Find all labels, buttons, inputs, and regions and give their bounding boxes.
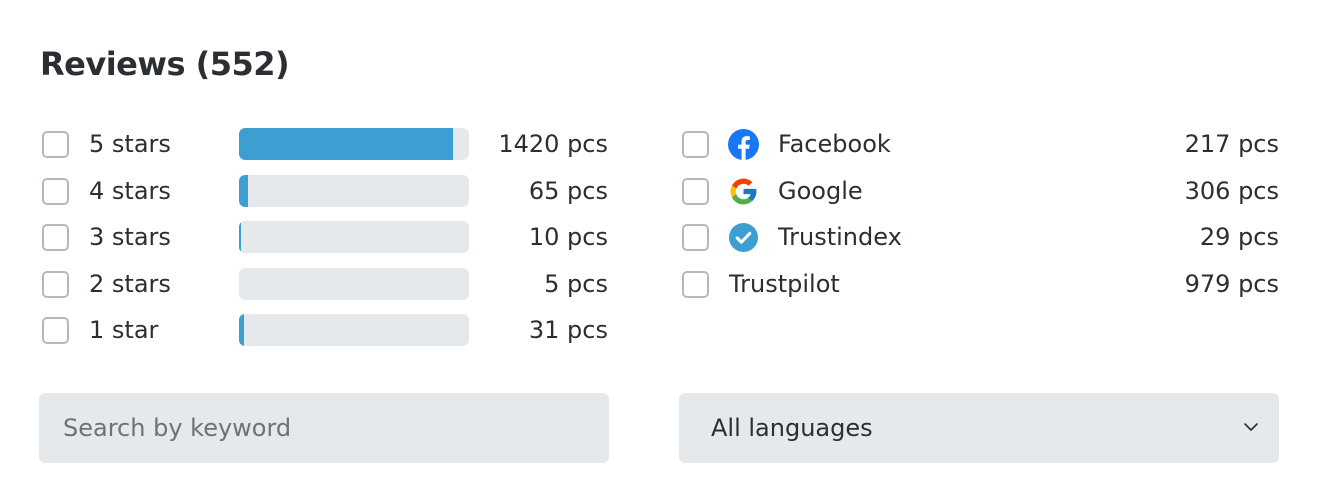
- rating-filter-1[interactable]: 1 star 31 pcs: [42, 314, 612, 346]
- source-filter-trustindex[interactable]: Trustindex 29 pcs: [682, 221, 1279, 253]
- rating-bar: [239, 175, 469, 207]
- rating-label: 3 stars: [89, 223, 171, 251]
- checkbox[interactable]: [682, 271, 709, 298]
- checkbox[interactable]: [682, 224, 709, 251]
- rating-filter-2[interactable]: 2 stars 5 pcs: [42, 268, 612, 300]
- language-select-value: All languages: [711, 414, 873, 442]
- rating-bar: [239, 314, 469, 346]
- checkbox[interactable]: [42, 131, 69, 158]
- rating-label: 5 stars: [89, 130, 171, 158]
- source-filter-google[interactable]: Google 306 pcs: [682, 175, 1279, 207]
- checkbox[interactable]: [682, 131, 709, 158]
- facebook-icon: [728, 129, 759, 160]
- rating-bar-fill: [239, 128, 453, 160]
- rating-count: 10 pcs: [528, 223, 608, 251]
- rating-bar-fill: [239, 175, 249, 207]
- rating-bar: [239, 221, 469, 253]
- rating-count: 31 pcs: [528, 316, 608, 344]
- rating-filter-3[interactable]: 3 stars 10 pcs: [42, 221, 612, 253]
- source-label: Google: [778, 177, 863, 205]
- checkbox[interactable]: [42, 224, 69, 251]
- google-icon: [728, 176, 759, 207]
- rating-filter-5[interactable]: 5 stars 1420 pcs: [42, 128, 612, 160]
- source-label: Trustindex: [778, 223, 902, 251]
- source-filter-facebook[interactable]: Facebook 217 pcs: [682, 128, 1279, 160]
- rating-bar: [239, 268, 469, 300]
- source-filter-trustpilot[interactable]: Trustpilot 979 pcs: [682, 268, 1279, 300]
- source-count: 979 pcs: [1184, 270, 1279, 298]
- checkbox[interactable]: [42, 178, 69, 205]
- chevron-down-icon: [1243, 419, 1259, 435]
- rating-bar-fill: [239, 221, 242, 253]
- rating-filter-4[interactable]: 4 stars 65 pcs: [42, 175, 612, 207]
- checkbox[interactable]: [682, 178, 709, 205]
- rating-label: 1 star: [89, 316, 159, 344]
- page-title: Reviews (552): [40, 45, 290, 83]
- source-count: 306 pcs: [1184, 177, 1279, 205]
- language-select[interactable]: All languages: [679, 393, 1279, 463]
- source-label: Trustpilot: [729, 270, 840, 298]
- source-count: 29 pcs: [1199, 223, 1279, 251]
- rating-count: 5 pcs: [544, 270, 608, 298]
- rating-label: 2 stars: [89, 270, 171, 298]
- rating-count: 65 pcs: [528, 177, 608, 205]
- search-input[interactable]: [39, 393, 609, 463]
- source-count: 217 pcs: [1184, 130, 1279, 158]
- rating-bar-fill: [239, 314, 244, 346]
- rating-label: 4 stars: [89, 177, 171, 205]
- checkbox[interactable]: [42, 271, 69, 298]
- trustindex-icon: [728, 222, 759, 253]
- rating-bar: [239, 128, 469, 160]
- checkbox[interactable]: [42, 317, 69, 344]
- rating-count: 1420 pcs: [498, 130, 608, 158]
- source-label: Facebook: [778, 130, 891, 158]
